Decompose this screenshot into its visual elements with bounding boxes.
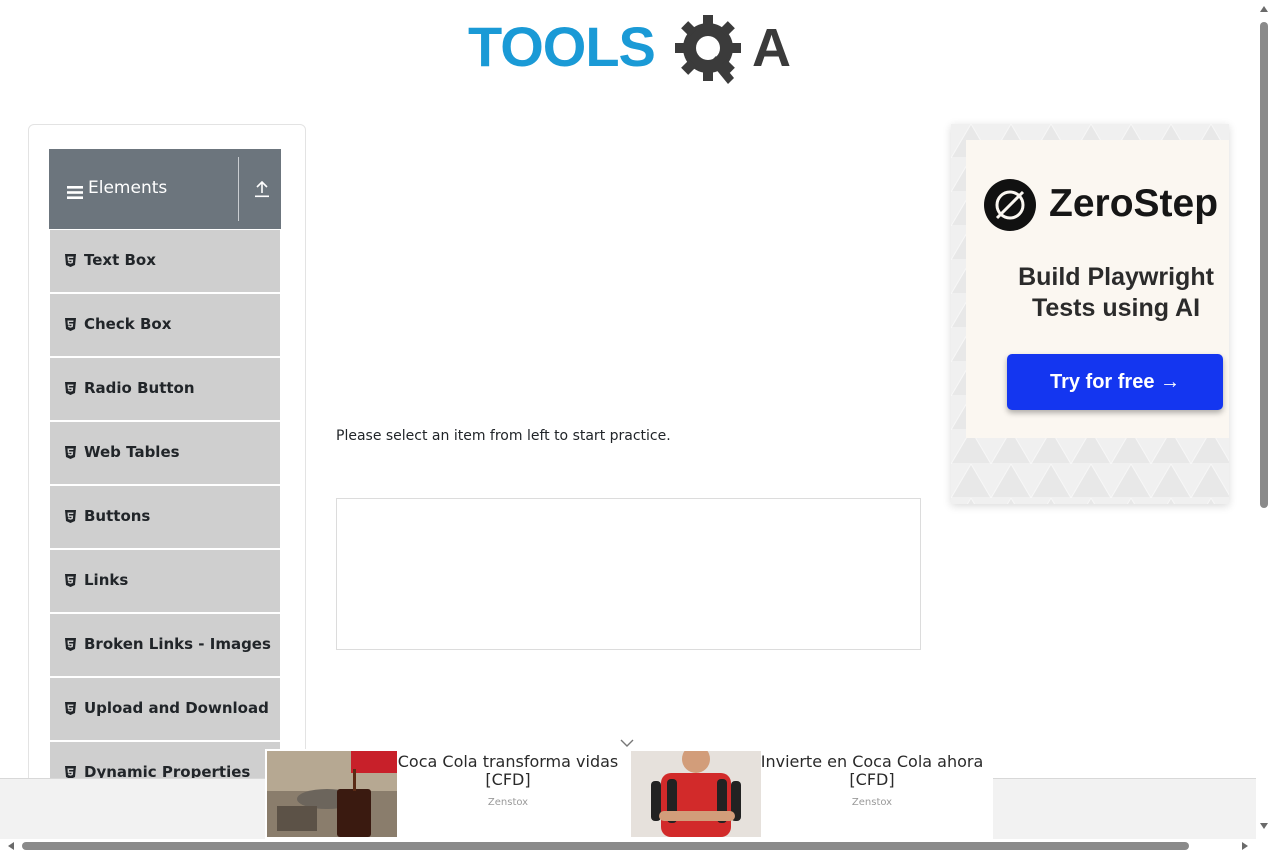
sidebar-item-label: Upload and Download <box>84 699 269 717</box>
ad-card: ZeroStep Build Playwright Tests using AI… <box>966 140 1229 438</box>
header-divider <box>238 157 239 221</box>
sidebar-item-label: Buttons <box>84 507 151 525</box>
sidebar-item-radio-button[interactable]: Radio Button <box>50 358 280 422</box>
sidebar-item-label: Web Tables <box>84 443 180 461</box>
sidebar-item-label: Links <box>84 571 129 589</box>
collapse-arrow-icon[interactable] <box>254 180 270 202</box>
scroll-down-icon[interactable] <box>1260 823 1268 829</box>
ad-image-coca-cola-pour[interactable] <box>267 751 397 837</box>
menu-icon <box>67 184 83 203</box>
left-panel: Elements Text Box Check Box Radio Button… <box>28 124 306 846</box>
ad-tagline: Build Playwright Tests using AI <box>966 262 1229 324</box>
html5-icon <box>65 253 76 271</box>
ad-image-child-bottles[interactable] <box>631 745 761 837</box>
scroll-left-icon[interactable] <box>8 842 14 850</box>
sidebar-item-text-box[interactable]: Text Box <box>50 230 280 294</box>
group-title: Elements <box>88 178 168 198</box>
ad-brand: ZeroStep <box>1049 182 1219 225</box>
html5-icon <box>65 381 76 399</box>
sidebar-item-label: Radio Button <box>84 379 195 397</box>
sidebar-item-label: Text Box <box>84 251 156 269</box>
html5-icon <box>65 317 76 335</box>
vertical-scrollbar[interactable] <box>1256 0 1272 839</box>
html5-icon <box>65 573 76 591</box>
ad-source-2: Zenstox <box>851 797 893 808</box>
logo-text-tools: TOOLS <box>468 15 655 78</box>
sidebar-item-web-tables[interactable]: Web Tables <box>50 422 280 486</box>
sidebar-item-check-box[interactable]: Check Box <box>50 294 280 358</box>
sidebar-item-upload-and-download[interactable]: Upload and Download <box>50 678 280 742</box>
instruction-text: Please select an item from left to start… <box>336 428 671 444</box>
elements-group-header[interactable]: Elements <box>49 149 281 229</box>
horizontal-scroll-thumb[interactable] <box>22 842 1189 850</box>
horizontal-scrollbar[interactable] <box>0 839 1256 853</box>
html5-icon <box>65 637 76 655</box>
gear-icon <box>675 15 741 84</box>
logo-text-a: A <box>752 18 791 78</box>
scroll-right-icon[interactable] <box>1242 842 1248 850</box>
sidebar-item-broken-links-images[interactable]: Broken Links - Images <box>50 614 280 678</box>
scroll-up-icon[interactable] <box>1260 6 1268 12</box>
sidebar-item-buttons[interactable]: Buttons <box>50 486 280 550</box>
toolsqa-logo[interactable]: TOOLS A <box>468 14 792 92</box>
sidebar-item-label: Check Box <box>84 315 172 333</box>
ad-tagline-line1: Build Playwright <box>1018 263 1214 291</box>
sidebar-item-label: Broken Links - Images <box>84 635 271 653</box>
vertical-scroll-thumb[interactable] <box>1260 22 1268 508</box>
html5-icon <box>65 509 76 527</box>
html5-icon <box>65 445 76 463</box>
zerostep-ad[interactable]: ZeroStep Build Playwright Tests using AI… <box>951 124 1229 504</box>
zerostep-logo-icon <box>983 178 1037 236</box>
bottom-ad-banner[interactable]: Coca Cola transforma vidas [CFD] Zenstox… <box>265 745 993 839</box>
ad-tagline-line2: Tests using AI <box>1031 294 1201 322</box>
sidebar-item-links[interactable]: Links <box>50 550 280 614</box>
ad-title-1[interactable]: Coca Cola transforma vidas [CFD] <box>393 753 623 789</box>
ad-title-2[interactable]: Invierte en Coca Cola ahora [CFD] <box>757 753 987 789</box>
html5-icon <box>65 701 76 719</box>
empty-content-box <box>336 498 921 650</box>
try-for-free-button[interactable]: Try for free → <box>1007 354 1223 410</box>
ad-source-1: Zenstox <box>487 797 529 808</box>
